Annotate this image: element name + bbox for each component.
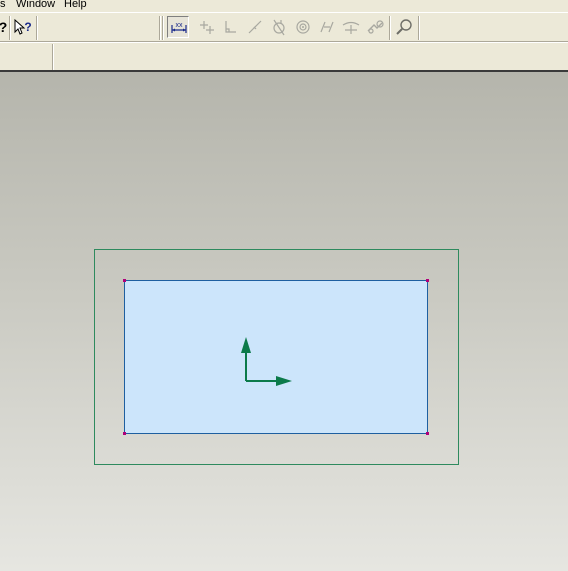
menu-tools[interactable]: s bbox=[0, 0, 6, 11]
vertex-point[interactable] bbox=[426, 279, 429, 282]
menu-bar: s Window Help bbox=[0, 0, 568, 12]
svg-text:?: ? bbox=[24, 20, 31, 34]
svg-text:xx: xx bbox=[176, 22, 184, 29]
analysis-icon[interactable] bbox=[268, 16, 290, 38]
toolbar-separator bbox=[52, 44, 54, 70]
graphics-viewport[interactable] bbox=[0, 72, 568, 571]
toolbar-separator bbox=[418, 16, 420, 40]
cad-application-window: s Window Help ? ? xx bbox=[0, 0, 568, 571]
toolbar-separator bbox=[159, 16, 161, 40]
vertex-display-icon[interactable] bbox=[244, 16, 266, 38]
toolbar-separator bbox=[9, 16, 11, 40]
dimension-display-icon[interactable]: xx bbox=[167, 16, 189, 38]
whats-this-help-icon[interactable]: ? bbox=[12, 16, 34, 38]
center-point-icon[interactable] bbox=[292, 16, 314, 38]
menu-help[interactable]: Help bbox=[64, 0, 87, 11]
toolbar-separator bbox=[389, 16, 391, 40]
parallel-icon[interactable] bbox=[316, 16, 338, 38]
secondary-toolbar bbox=[0, 42, 568, 72]
vertex-point[interactable] bbox=[123, 432, 126, 435]
zoom-icon[interactable] bbox=[394, 16, 416, 38]
vertex-point[interactable] bbox=[123, 279, 126, 282]
grid-display-icon[interactable] bbox=[220, 16, 242, 38]
tangent-icon[interactable] bbox=[340, 16, 362, 38]
sketch-rectangle-surface[interactable] bbox=[124, 280, 428, 434]
constraint-display-icon[interactable] bbox=[196, 16, 218, 38]
main-toolbar: ? ? xx bbox=[0, 12, 568, 42]
menu-window[interactable]: Window bbox=[16, 0, 55, 11]
toolbar-separator bbox=[162, 16, 164, 40]
svg-text:?: ? bbox=[0, 19, 7, 35]
trim-icon[interactable] bbox=[364, 16, 386, 38]
sketch-canvas[interactable] bbox=[0, 72, 568, 571]
toolbar-separator bbox=[36, 16, 38, 40]
vertex-point[interactable] bbox=[426, 432, 429, 435]
